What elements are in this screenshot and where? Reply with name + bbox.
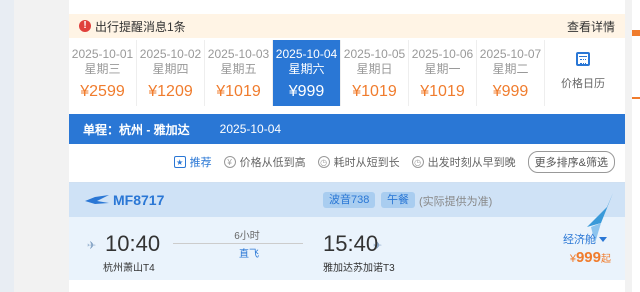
price-calendar-label: 价格日历 [561, 78, 605, 90]
date-tab[interactable]: 2025-10-01 星期三 ¥2599 [69, 40, 137, 106]
sort-bar: ★ 推荐 ¥ 价格从低到高 ◷ 耗时从短到长 ◷ 出发时刻从早到晚 更多排序&筛… [69, 150, 625, 174]
date-price: ¥1209 [148, 83, 193, 100]
duration-line [173, 243, 303, 244]
weekday-label: 星期五 [220, 62, 257, 76]
sort-price-label: 价格从低到高 [239, 157, 306, 169]
departure-airport: 杭州萧山T4 [103, 263, 155, 274]
right-edge-accent-top [632, 30, 640, 36]
flight-card[interactable]: MF8717 波音738 午餐 (实际提供为准) ✈ 10:40 杭州萧山T4 … [69, 182, 625, 280]
date-price-strip: 2025-10-01 星期三 ¥2599 2025-10-02 星期四 ¥120… [69, 40, 625, 106]
weekday-label: 星期三 [84, 62, 121, 76]
aircraft-badge[interactable]: 波音738 [323, 192, 376, 208]
flight-search-panel: ! 出行提醒消息1条 查看详情 2025-10-01 星期三 ¥2599 202… [69, 0, 625, 292]
date-tab[interactable]: 2025-10-07 星期二 ¥999 [477, 40, 545, 106]
departure-plane-icon: ✈ [87, 240, 97, 252]
cabin-class-dropdown[interactable]: 经济舱 [563, 231, 607, 247]
notice-text: 出行提醒消息1条 [95, 19, 186, 34]
date-label: 2025-10-03 [207, 47, 270, 61]
sort-recommend-label: 推荐 [189, 157, 212, 169]
date-tab-selected[interactable]: 2025-10-04 星期六 ¥999 [273, 40, 341, 106]
clock-icon: ◷ [317, 156, 330, 168]
date-label: 2025-10-01 [71, 47, 134, 61]
route-banner: 单程：杭州 - 雅加达 2025-10-04 [69, 114, 625, 144]
page-left-margin [0, 0, 14, 292]
date-tab[interactable]: 2025-10-02 星期四 ¥1209 [137, 40, 205, 106]
route-date: 2025-10-04 [219, 122, 282, 136]
date-price: ¥2599 [80, 83, 125, 100]
date-tab[interactable]: 2025-10-05 星期日 ¥1019 [341, 40, 409, 106]
price-value: 999 [575, 249, 601, 266]
weekday-label: 星期日 [356, 62, 393, 76]
departure-clock-icon: ◷ [411, 156, 424, 168]
arrival-time: 15:40 [323, 231, 379, 256]
more-sort-filter-button[interactable]: 更多排序&筛选 [527, 151, 615, 173]
weekday-label: 星期四 [152, 62, 189, 76]
date-tab[interactable]: 2025-10-03 星期五 ¥1019 [205, 40, 273, 106]
sort-price-low-high[interactable]: ¥ 价格从低到高 [223, 154, 306, 170]
sort-departure-label: 出发时刻从早到晚 [427, 157, 516, 169]
date-price: ¥1019 [352, 83, 397, 100]
meal-badge[interactable]: 午餐 [381, 192, 415, 208]
flight-duration: 6小时 [234, 231, 260, 242]
star-icon: ★ [173, 156, 186, 168]
weekday-label: 星期六 [288, 62, 325, 76]
price-suffix: 起 [601, 254, 611, 265]
airline-logo-icon [85, 195, 109, 204]
flight-price: ¥999起 [570, 249, 611, 267]
date-price: ¥1019 [420, 83, 465, 100]
date-price: ¥999 [288, 83, 325, 100]
date-price: ¥999 [492, 83, 529, 100]
date-label: 2025-10-06 [411, 47, 474, 61]
price-calendar-button[interactable]: 价格日历 [545, 40, 621, 106]
alert-icon: ! [79, 20, 91, 32]
date-tab[interactable]: 2025-10-06 星期一 ¥1019 [409, 40, 477, 106]
page-right-margin [632, 0, 640, 292]
cabin-class-label: 经济舱 [563, 234, 596, 246]
date-label: 2025-10-02 [139, 47, 202, 61]
direct-flight-label: 直飞 [239, 249, 259, 260]
sort-duration-label: 耗时从短到长 [333, 157, 400, 169]
weekday-label: 星期二 [492, 62, 529, 76]
view-details-link[interactable]: 查看详情 [567, 18, 615, 35]
flight-number: MF8717 [113, 192, 165, 208]
date-label: 2025-10-04 [275, 47, 338, 61]
departure-time: 10:40 [105, 231, 161, 256]
route-label: 单程：杭州 - 雅加达 [83, 122, 190, 137]
sort-departure[interactable]: ◷ 出发时刻从早到晚 [411, 154, 516, 170]
flight-card-header: MF8717 波音738 午餐 (实际提供为准) [69, 183, 625, 217]
weekday-label: 星期一 [424, 62, 461, 76]
sort-duration[interactable]: ◷ 耗时从短到长 [317, 154, 400, 170]
right-edge-accent [632, 97, 640, 99]
calendar-icon [576, 52, 590, 66]
price-icon: ¥ [223, 156, 236, 168]
travel-notice-bar[interactable]: ! 出行提醒消息1条 查看详情 [69, 14, 625, 38]
chevron-down-icon [599, 237, 607, 242]
date-price: ¥1019 [216, 83, 261, 100]
date-label: 2025-10-05 [343, 47, 406, 61]
share-note: (实际提供为准) [419, 196, 493, 208]
date-label: 2025-10-07 [479, 47, 542, 61]
sort-recommend[interactable]: ★ 推荐 [173, 154, 212, 170]
arrival-airport: 雅加达苏加诺T3 [323, 263, 395, 274]
